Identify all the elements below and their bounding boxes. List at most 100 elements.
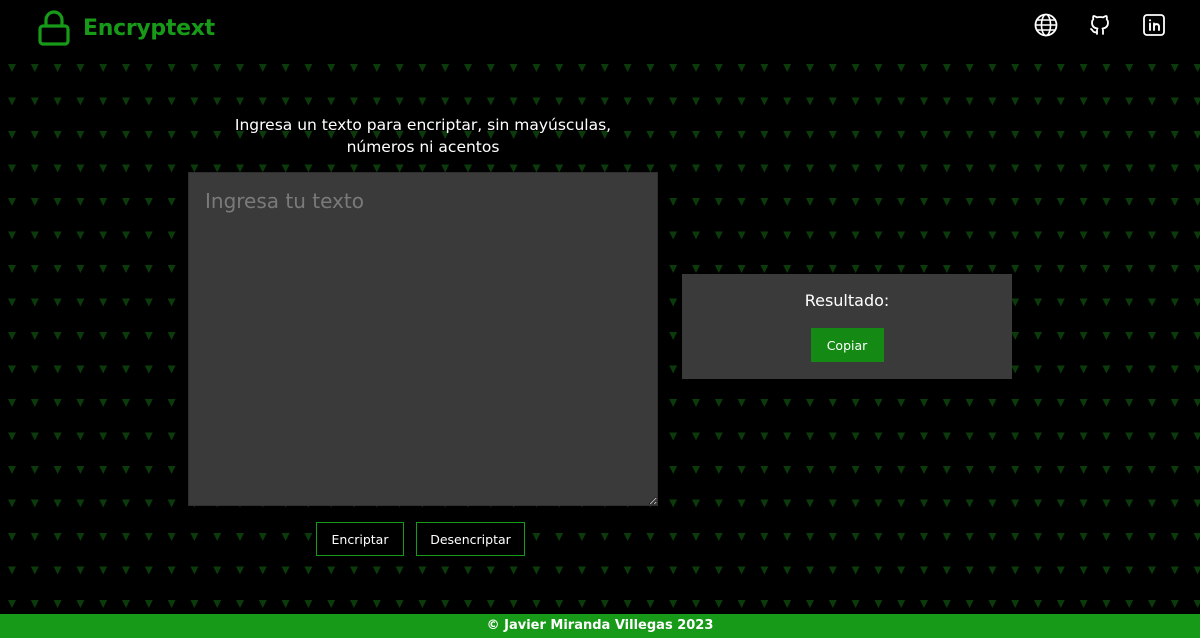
pattern-triangle [1170, 298, 1179, 307]
pattern-triangle [509, 600, 518, 608]
pattern-triangle [737, 64, 746, 72]
text-input[interactable] [188, 172, 658, 506]
pattern-triangle [942, 499, 951, 508]
pattern-triangle [464, 566, 472, 575]
pattern-triangle [1011, 432, 1020, 441]
pattern-triangle [692, 399, 700, 407]
pattern-triangle [920, 466, 928, 474]
pattern-triangle [874, 533, 883, 541]
pattern-triangle [1056, 64, 1065, 72]
pattern-triangle [669, 432, 678, 441]
pattern-triangle [1034, 198, 1042, 206]
pattern-triangle [920, 566, 928, 575]
pattern-triangle [851, 64, 860, 72]
pattern-triangle [327, 566, 336, 575]
pattern-triangle [532, 64, 541, 72]
pattern-triangle [1079, 332, 1088, 340]
pattern-triangle [76, 265, 85, 273]
pattern-triangle [122, 265, 130, 273]
pattern-triangle [874, 198, 883, 206]
pattern-triangle [669, 365, 678, 374]
pattern-triangle [874, 432, 883, 441]
pattern-triangle [532, 566, 541, 575]
pattern-triangle [144, 432, 153, 441]
pattern-triangle [578, 64, 586, 72]
decrypt-button[interactable]: Desencriptar [416, 522, 525, 556]
pattern-triangle [53, 64, 62, 72]
pattern-triangle [737, 566, 746, 575]
pattern-triangle [874, 64, 883, 72]
pattern-triangle [1193, 97, 1200, 106]
pattern-triangle [874, 164, 883, 173]
pattern-triangle [828, 399, 837, 407]
pattern-triangle [920, 198, 928, 206]
pattern-triangle [213, 64, 222, 72]
pattern-triangle [646, 64, 655, 72]
pattern-triangle [828, 600, 837, 608]
copy-button[interactable]: Copiar [810, 328, 884, 362]
pattern-triangle [920, 533, 928, 541]
pattern-triangle [1148, 365, 1156, 374]
linkedin-icon[interactable] [1142, 13, 1166, 37]
pattern-triangle [99, 198, 108, 206]
pattern-triangle [1148, 566, 1156, 575]
pattern-triangle [1125, 466, 1134, 474]
pattern-triangle [1102, 499, 1111, 508]
pattern-triangle [828, 499, 837, 508]
pattern-triangle [623, 533, 632, 541]
pattern-triangle [1079, 298, 1088, 307]
pattern-triangle [600, 64, 609, 72]
pattern-triangle [1056, 533, 1065, 541]
encrypt-section: Ingresa un texto para encriptar, sin may… [188, 114, 658, 506]
pattern-triangle [988, 64, 997, 72]
pattern-triangle [99, 164, 108, 173]
pattern-triangle [646, 566, 655, 575]
pattern-triangle [1102, 533, 1111, 541]
pattern-triangle [714, 231, 723, 240]
pattern-triangle [692, 131, 700, 139]
pattern-triangle [167, 131, 176, 139]
pattern-triangle [304, 97, 313, 106]
pattern-triangle [737, 265, 746, 273]
pattern-triangle [737, 164, 746, 173]
pattern-triangle [806, 432, 814, 441]
pattern-triangle [737, 533, 746, 541]
pattern-triangle [236, 64, 244, 72]
pattern-triangle [806, 64, 814, 72]
pattern-triangle [8, 231, 16, 240]
action-buttons: Encriptar Desencriptar [316, 522, 525, 556]
pattern-triangle [76, 466, 85, 474]
pattern-triangle [122, 64, 130, 72]
pattern-triangle [464, 64, 472, 72]
pattern-triangle [304, 600, 313, 608]
pattern-triangle [920, 499, 928, 508]
pattern-triangle [167, 365, 176, 374]
pattern-triangle [167, 265, 176, 273]
pattern-triangle [965, 198, 974, 206]
pattern-triangle [965, 533, 974, 541]
pattern-triangle [1148, 265, 1156, 273]
pattern-triangle [1125, 365, 1134, 374]
pattern-triangle [1034, 600, 1042, 608]
pattern-triangle [806, 265, 814, 273]
pattern-triangle [669, 97, 678, 106]
pattern-triangle [1034, 365, 1042, 374]
result-panel: Resultado: Copiar [682, 274, 1012, 379]
pattern-triangle [350, 566, 358, 575]
pattern-triangle [874, 499, 883, 508]
github-icon[interactable] [1088, 13, 1112, 37]
pattern-triangle [760, 533, 769, 541]
pattern-triangle [760, 231, 769, 240]
pattern-triangle [281, 600, 290, 608]
result-label: Resultado: [804, 291, 890, 310]
pattern-triangle [965, 499, 974, 508]
pattern-triangle [99, 399, 108, 407]
globe-icon[interactable] [1034, 13, 1058, 37]
pattern-triangle [737, 600, 746, 608]
encrypt-button[interactable]: Encriptar [316, 522, 404, 556]
pattern-triangle [669, 298, 678, 307]
pattern-triangle [692, 566, 700, 575]
pattern-triangle [669, 131, 678, 139]
pattern-triangle [555, 600, 564, 608]
pattern-triangle [1079, 600, 1088, 608]
